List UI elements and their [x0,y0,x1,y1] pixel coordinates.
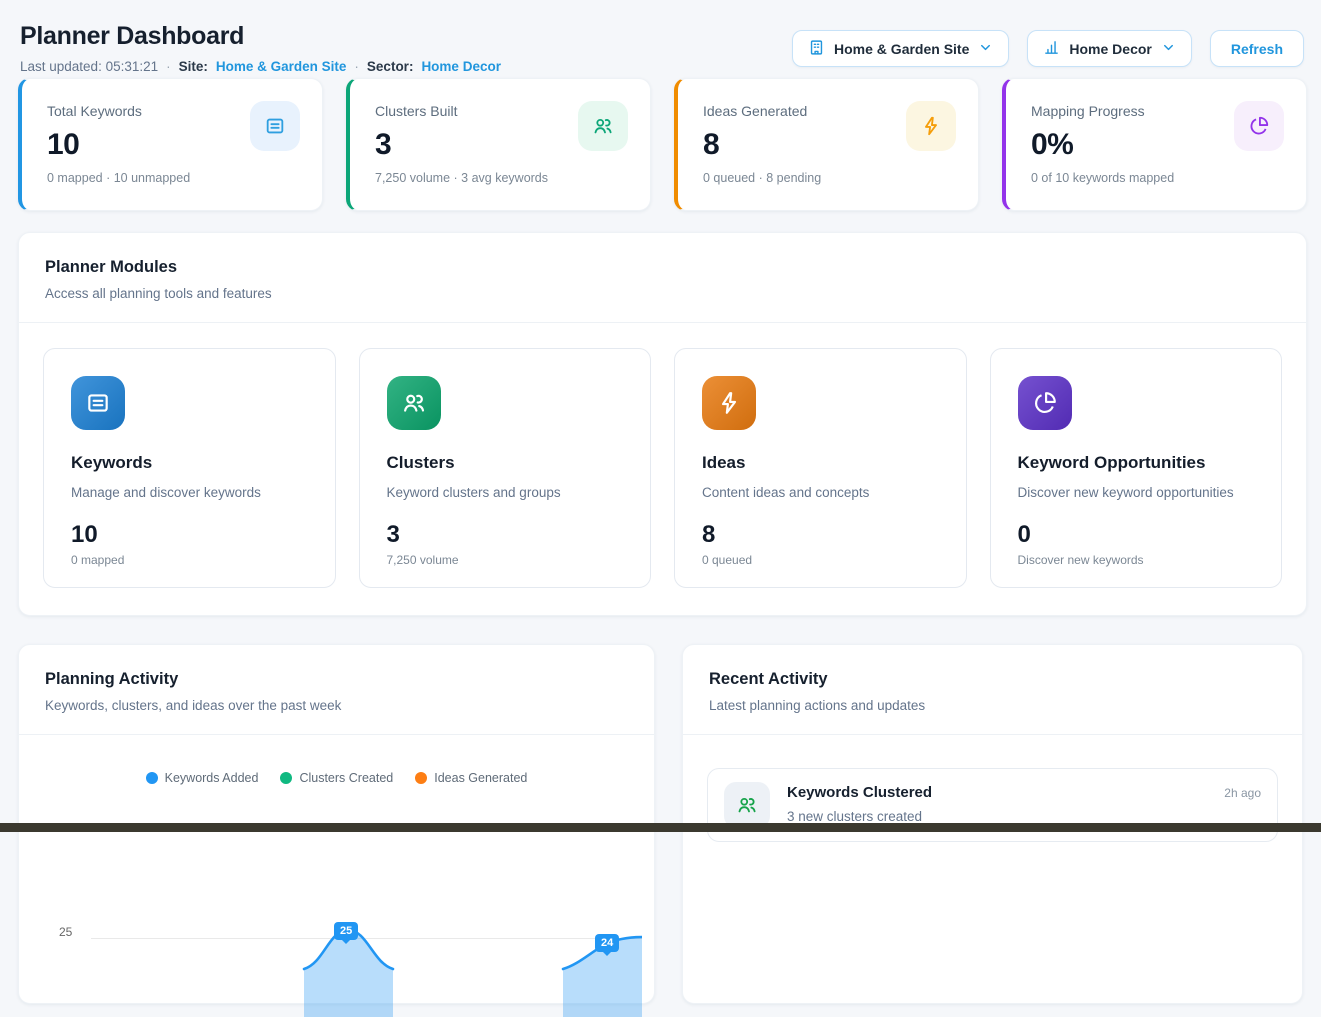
activity-item-description: 3 new clusters created [787,809,1207,824]
module-card-keywords[interactable]: Keywords Manage and discover keywords 10… [43,348,336,588]
stat-subtext: 0 mapped · 10 unmapped [47,171,298,185]
module-description: Content ideas and concepts [702,485,939,500]
sector-selector-dropdown[interactable]: Home Decor [1027,30,1191,67]
stat-subtext: 0 queued · 8 pending [703,171,954,185]
activity-item-title: Keywords Clustered [787,784,1207,801]
legend-item-keywords-added[interactable]: Keywords Added [146,771,259,785]
site-label: Site: [179,59,208,74]
stat-card-mapping-progress[interactable]: Mapping Progress 0% 0 of 10 keywords map… [1002,78,1307,211]
meta-separator: · [354,59,359,74]
recent-activity-title: Recent Activity [709,670,1276,689]
data-point-label-24: 24 [595,934,619,952]
stat-subtext: 0 of 10 keywords mapped [1031,171,1282,185]
modules-panel-title: Planner Modules [45,258,1280,277]
legend-item-ideas-generated[interactable]: Ideas Generated [415,771,527,785]
module-description: Keyword clusters and groups [387,485,624,500]
planner-modules-panel: Planner Modules Access all planning tool… [18,232,1307,616]
planning-activity-title: Planning Activity [45,670,628,689]
meta-separator: · [166,59,171,74]
module-subtext: 0 mapped [71,553,308,567]
module-subtext: 7,250 volume [387,553,624,567]
document-icon [250,101,300,151]
users-icon [578,101,628,151]
stats-row: Total Keywords 10 0 mapped · 10 unmapped… [18,78,1307,211]
page-title: Planner Dashboard [20,22,501,51]
sector-label: Sector: [367,59,414,74]
activity-item-content: Keywords Clustered 3 new clusters create… [787,782,1207,824]
chevron-down-icon [1161,40,1176,58]
module-description: Manage and discover keywords [71,485,308,500]
module-subtext: Discover new keywords [1018,553,1255,567]
divider [683,734,1302,735]
legend-dot-icon [415,772,427,784]
activity-chart: Keywords Added Clusters Created Ideas Ge… [19,771,654,1001]
page-header: Planner Dashboard Last updated: 05:31:21… [20,22,501,74]
divider [19,734,654,735]
last-updated-text: Last updated: 05:31:21 [20,59,158,74]
module-subtext: 0 queued [702,553,939,567]
page-meta: Last updated: 05:31:21 · Site: Home & Ga… [20,59,501,74]
module-title: Clusters [387,453,624,473]
legend-dot-icon [146,772,158,784]
legend-item-clusters-created[interactable]: Clusters Created [280,771,393,785]
document-icon [71,376,125,430]
stat-subtext: 7,250 volume · 3 avg keywords [375,171,626,185]
chevron-down-icon [978,40,993,58]
module-value: 10 [71,521,308,549]
module-card-clusters[interactable]: Clusters Keyword clusters and groups 3 7… [359,348,652,588]
stat-card-clusters-built[interactable]: Clusters Built 3 7,250 volume · 3 avg ke… [346,78,651,211]
sector-link[interactable]: Home Decor [421,59,501,74]
recent-activity-subtitle: Latest planning actions and updates [709,698,1276,713]
module-value: 8 [702,521,939,549]
top-controls: Home & Garden Site Home Decor Refresh [792,30,1304,67]
site-selector-dropdown[interactable]: Home & Garden Site [792,30,1009,67]
module-description: Discover new keyword opportunities [1018,485,1255,500]
users-icon [724,782,770,828]
bottom-bar [0,823,1321,832]
users-icon [387,376,441,430]
site-selector-value: Home & Garden Site [834,41,969,57]
bar-chart-icon [1043,39,1060,59]
keywords-added-area-series [91,917,642,1017]
stat-card-ideas-generated[interactable]: Ideas Generated 8 0 queued · 8 pending [674,78,979,211]
module-value: 3 [387,521,624,549]
module-title: Ideas [702,453,939,473]
module-title: Keyword Opportunities [1018,453,1255,473]
bolt-icon [906,101,956,151]
pie-chart-icon [1234,101,1284,151]
module-card-ideas[interactable]: Ideas Content ideas and concepts 8 0 que… [674,348,967,588]
planning-activity-subtitle: Keywords, clusters, and ideas over the p… [45,698,628,713]
modules-panel-subtitle: Access all planning tools and features [45,286,1280,301]
refresh-button-label: Refresh [1231,41,1283,57]
sector-selector-value: Home Decor [1069,41,1151,57]
pie-chart-icon [1018,376,1072,430]
module-value: 0 [1018,521,1255,549]
bolt-icon [702,376,756,430]
legend-dot-icon [280,772,292,784]
stat-card-total-keywords[interactable]: Total Keywords 10 0 mapped · 10 unmapped [18,78,323,211]
module-title: Keywords [71,453,308,473]
modules-grid: Keywords Manage and discover keywords 10… [19,323,1306,613]
legend-label: Keywords Added [165,771,259,785]
y-axis-tick-25: 25 [59,925,72,939]
data-point-label-25: 25 [334,922,358,940]
legend-label: Ideas Generated [434,771,527,785]
legend-label: Clusters Created [299,771,393,785]
chart-legend: Keywords Added Clusters Created Ideas Ge… [19,771,654,785]
refresh-button[interactable]: Refresh [1210,30,1304,67]
module-card-keyword-opportunities[interactable]: Keyword Opportunities Discover new keywo… [990,348,1283,588]
activity-item-timestamp: 2h ago [1224,782,1261,800]
building-icon [808,39,825,59]
site-link[interactable]: Home & Garden Site [216,59,347,74]
